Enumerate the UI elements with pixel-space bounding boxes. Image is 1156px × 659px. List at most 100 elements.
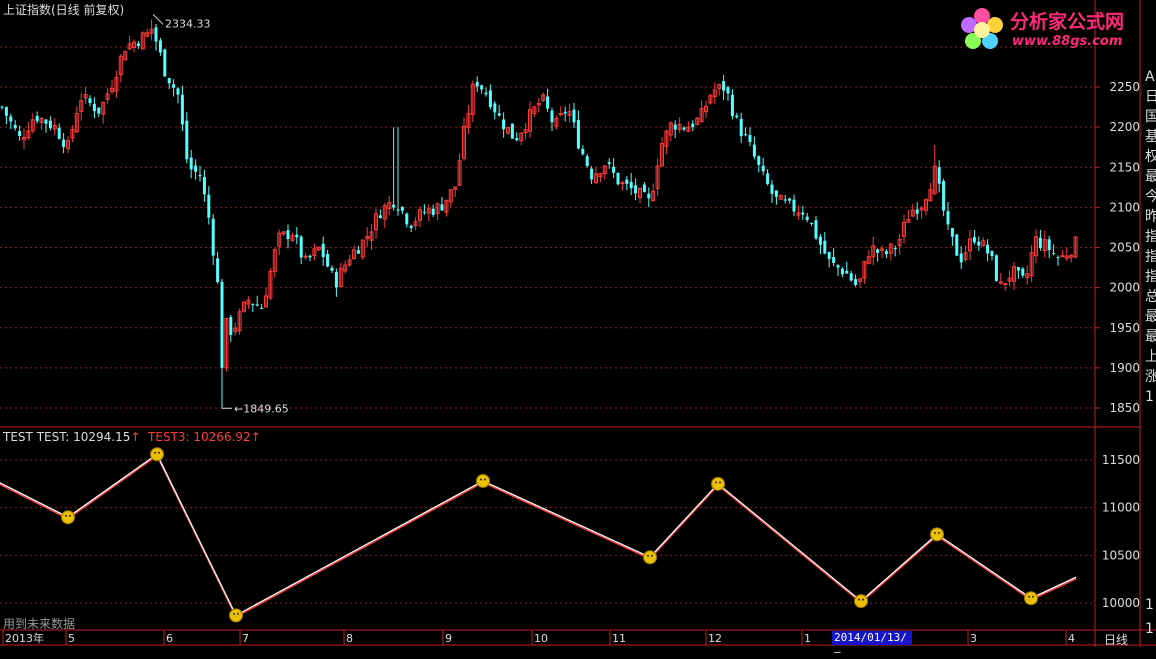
indicator-header: TEST TEST: 10294.15↑ TEST3: 10266.92↑ (3, 430, 261, 444)
right-panel-char: 总 (1145, 289, 1156, 305)
chart-canvas[interactable]: 2250 2200 2150 2100 2050 2000 1950 1900 1850 1150… (0, 0, 1156, 647)
candle-body (761, 165, 765, 172)
candle-body (810, 222, 814, 224)
pivot-marker-icon (1024, 591, 1038, 606)
pivot-eye (651, 554, 653, 557)
candle-body (48, 120, 52, 129)
pivot-eye (1028, 595, 1030, 598)
candle-body (378, 215, 382, 219)
candle-body (1047, 239, 1051, 251)
candle-body (488, 90, 492, 108)
date-tick-label: 9 (445, 632, 452, 645)
candle-body (845, 270, 849, 274)
right-panel-char: 涨 (1145, 369, 1156, 385)
candle-body (788, 198, 792, 201)
grid-lines (0, 46, 1095, 604)
candle-body (832, 257, 836, 263)
candle-body (915, 209, 919, 214)
candle-body (563, 111, 567, 114)
indicator-zigzag (0, 447, 1077, 623)
candle-body (321, 243, 325, 257)
candle-body (748, 135, 752, 143)
candle-body (818, 236, 822, 245)
candle-body (62, 139, 66, 147)
candle-body (744, 134, 748, 136)
candle-body (260, 307, 264, 309)
candle-body (158, 40, 162, 53)
candle-body (172, 84, 176, 88)
candle-body (893, 248, 897, 250)
price-tick-label: 1850 (1109, 401, 1140, 415)
up-arrow-icon: ↑ (250, 430, 261, 444)
pivot-marker-icon (854, 594, 868, 609)
candle-body (783, 199, 787, 201)
indicator-tick-label: 11000 (1102, 501, 1140, 515)
test3-line (0, 454, 1077, 618)
candle-body (0, 106, 4, 108)
low-label: ←1849.65 (234, 402, 289, 415)
candle-body (1021, 268, 1025, 276)
pivot-eye (65, 514, 67, 517)
candle-body (255, 304, 259, 306)
right-panel-char: 指 (1145, 249, 1156, 265)
candle-body (814, 220, 818, 239)
chart-title: 上证指数(日线 前复权) (3, 3, 125, 17)
right-panel-char: 权 (1145, 149, 1156, 165)
candle-body (480, 85, 484, 90)
candle-body (392, 204, 396, 208)
candle-body (572, 109, 576, 123)
candle-body (57, 127, 61, 139)
candle-body (405, 213, 409, 225)
price-tick-label: 2250 (1109, 80, 1140, 94)
period-label[interactable]: 日线 (1104, 631, 1128, 648)
candle-body (35, 115, 39, 122)
candlestick-series (0, 19, 1078, 409)
candle-body (1003, 283, 1008, 286)
candle-body (576, 119, 580, 149)
pivot-eye (158, 451, 160, 454)
pivot-eye (862, 598, 864, 601)
date-tick-label: 6 (166, 632, 173, 645)
price-tick-label: 2200 (1109, 120, 1140, 134)
candle-body (97, 107, 101, 114)
candle-body (616, 172, 620, 185)
candle-body (400, 207, 404, 211)
cursor-date: 2014/01/13/— (832, 631, 912, 658)
candle-body (440, 204, 444, 211)
candle-body (959, 253, 963, 263)
test3-value: TEST3: 10266.92 (148, 430, 251, 444)
price-tick-label: 1950 (1109, 321, 1140, 335)
right-panel-tick: 1 (1145, 597, 1154, 613)
candle-body (303, 255, 308, 258)
candle-body (739, 118, 743, 137)
indicator-tick-label: 10000 (1102, 596, 1140, 610)
candle-body (9, 116, 13, 122)
candle-body (581, 148, 585, 155)
candle-body (629, 181, 633, 189)
pivot-eye (484, 478, 486, 481)
right-panel-char: 基 (1145, 129, 1156, 145)
candle-body (937, 167, 941, 184)
pivot-eye (715, 481, 717, 484)
candle-body (612, 166, 616, 173)
candle-body (299, 236, 303, 258)
candle-body (642, 184, 646, 192)
test-value: TEST: 10294.15 (36, 430, 131, 444)
indicator-name: TEST (3, 430, 33, 444)
indicator-tick-label: 10500 (1102, 548, 1140, 562)
candle-body (334, 271, 338, 288)
price-tick-label: 2150 (1109, 160, 1140, 174)
candle-body (167, 77, 171, 84)
candle-body (774, 190, 778, 197)
right-panel-char: 最 (1145, 169, 1156, 185)
candle-body (286, 230, 290, 240)
candle-body (211, 218, 215, 256)
candle-body (251, 303, 255, 305)
pivot-marker-icon (476, 473, 490, 488)
candle-body (330, 267, 334, 271)
candle-body (189, 157, 193, 170)
price-tick-label: 1900 (1109, 361, 1140, 375)
watermark-url: www.88gs.com (1012, 34, 1123, 49)
candle-body (356, 250, 360, 254)
candle-body (18, 131, 22, 136)
